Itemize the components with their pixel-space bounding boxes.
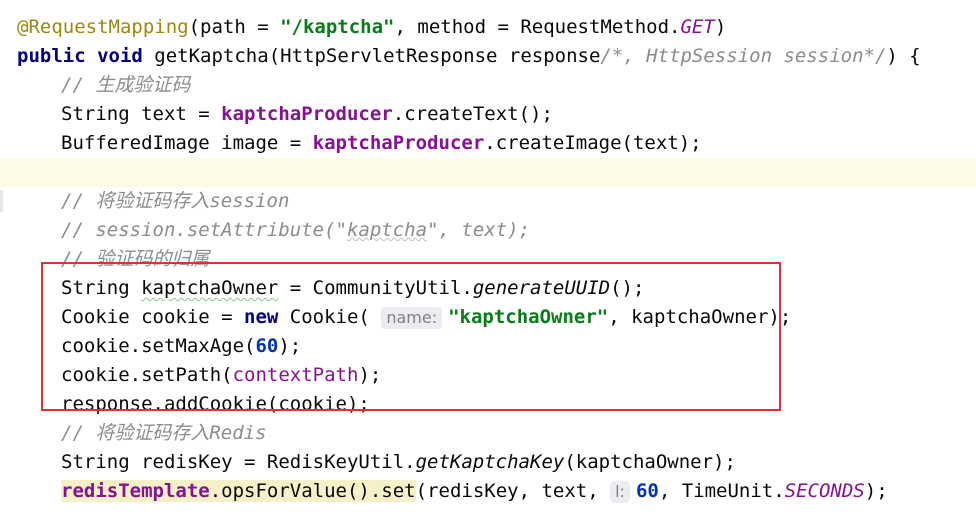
code-line[interactable]: BufferedImage image = kaptchaProducer.cr… (0, 129, 976, 158)
code-line[interactable]: // 生成验证码 (0, 71, 976, 100)
code-line[interactable]: String text = kaptchaProducer.createText… (0, 100, 976, 129)
code-token: ); (864, 480, 888, 502)
code-text: @RequestMapping(path = "/kaptcha", metho… (17, 13, 726, 42)
code-text: // 生成验证码 (17, 71, 190, 100)
code-token: , TimeUnit. (658, 480, 785, 502)
code-token: kaptchaProducer (312, 132, 485, 154)
code-token: void (97, 45, 143, 67)
code-text: String redisKey = RedisKeyUtil.getKaptch… (17, 448, 736, 477)
code-line[interactable]: redisTemplate.opsForValue().set(redisKey… (0, 477, 976, 506)
code-line[interactable] (0, 158, 976, 187)
code-token: // 生成验证码 (61, 74, 191, 96)
code-token: "/kaptcha" (280, 16, 395, 38)
code-token: , method = RequestMethod. (394, 16, 681, 38)
code-token: (kaptchaOwner); (564, 451, 736, 473)
code-token: // 将验证码存入Redis (61, 422, 267, 444)
code-token: ", text); (427, 219, 531, 241)
code-text: // 将验证码存入session (17, 187, 289, 216)
code-line[interactable]: // 将验证码存入session (0, 187, 976, 216)
code-text: redisTemplate.opsForValue().set(redisKey… (17, 477, 888, 506)
code-text: public void getKaptcha(HttpServletRespon… (17, 42, 921, 71)
code-token: // session.setAttribute(" (61, 219, 347, 241)
code-token: kaptcha (346, 219, 428, 241)
code-token: (redisKey, text, (415, 480, 611, 502)
code-token: kaptchaProducer (221, 103, 393, 125)
code-token: .opsForValue().set (209, 480, 416, 502)
code-token: BufferedImage image = (61, 132, 313, 154)
highlighted-usage: redisTemplate.opsForValue().set (61, 480, 416, 502)
code-token: .createText(); (392, 103, 553, 125)
code-token: /*, HttpSession session*/ (600, 45, 887, 67)
code-token: ) (714, 16, 727, 38)
gutter-marker (0, 190, 3, 212)
code-text: String text = kaptchaProducer.createText… (17, 100, 553, 129)
code-token: ) { (886, 45, 921, 67)
code-token: 60 (635, 480, 659, 502)
code-token: getKaptcha(HttpServletResponse response (142, 45, 601, 67)
code-token: .createImage(text); (484, 132, 702, 154)
code-token: SECONDS (784, 480, 865, 502)
code-token: public (17, 45, 86, 67)
code-token: String redisKey = RedisKeyUtil. (61, 451, 416, 473)
code-line[interactable]: @RequestMapping(path = "/kaptcha", metho… (0, 13, 976, 42)
highlight-box (41, 262, 781, 411)
code-line[interactable]: // 将验证码存入Redis (0, 419, 976, 448)
code-line[interactable]: String redisKey = RedisKeyUtil.getKaptch… (0, 448, 976, 477)
code-line[interactable]: public void getKaptcha(HttpServletRespon… (0, 42, 976, 71)
code-token: GET (680, 16, 715, 38)
code-token: @RequestMapping (17, 16, 189, 38)
code-text: // 将验证码存入Redis (17, 419, 267, 448)
code-token: getKaptchaKey (415, 451, 565, 473)
code-token: (path = (188, 16, 281, 38)
parameter-hint: l: (610, 481, 630, 503)
code-token: redisTemplate (61, 480, 210, 502)
code-token: String text = (61, 103, 222, 125)
code-text: BufferedImage image = kaptchaProducer.cr… (17, 129, 702, 158)
code-line[interactable]: // session.setAttribute("kaptcha", text)… (0, 216, 976, 245)
code-text: // session.setAttribute("kaptcha", text)… (17, 216, 530, 245)
code-token: // 将验证码存入session (61, 190, 290, 212)
